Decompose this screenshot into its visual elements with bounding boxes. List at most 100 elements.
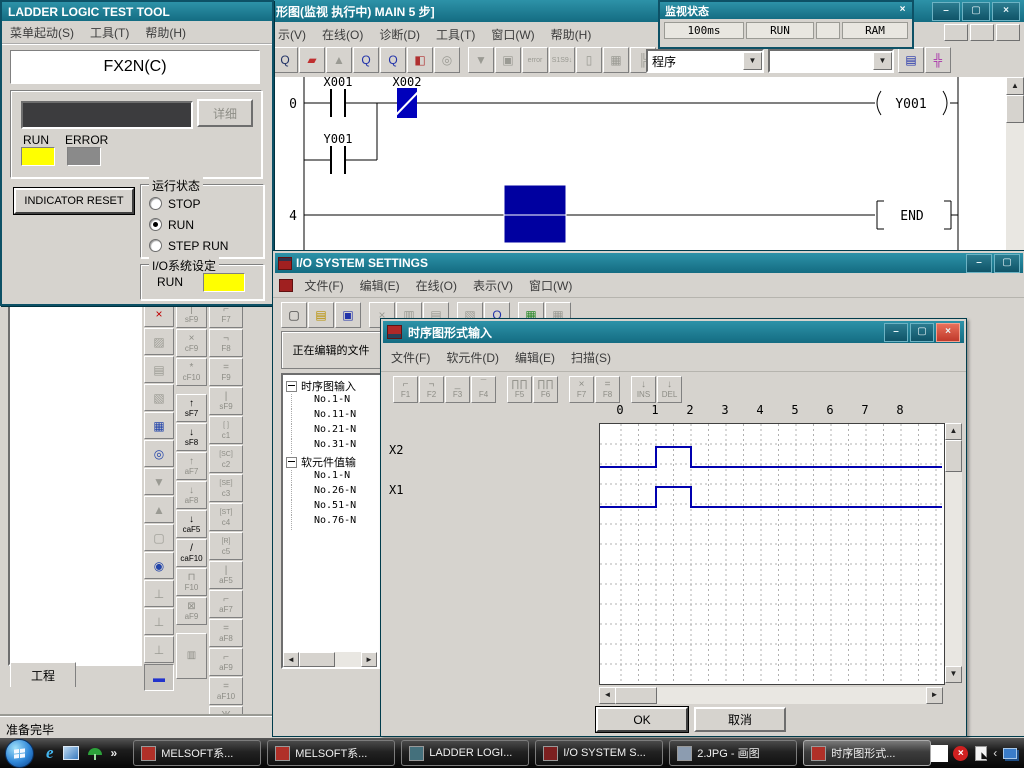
timing-tool-ins[interactable]: ↓INS	[631, 376, 656, 403]
scroll-left-icon[interactable]: ◄	[599, 687, 616, 704]
radio-icon[interactable]	[149, 197, 162, 210]
timing-tool-f2[interactable]: ¬F2	[419, 376, 444, 403]
symbol-caF5[interactable]: ↓caF5	[176, 510, 207, 538]
tree-item[interactable]: No.11-N	[291, 409, 381, 424]
restore-button[interactable]: ▢	[962, 2, 990, 21]
window-switch-icon[interactable]: ◧	[407, 47, 433, 73]
scroll-right-icon[interactable]: ►	[361, 652, 377, 667]
device-test-icon[interactable]: ▲	[326, 47, 352, 73]
task-button-3[interactable]: I/O SYSTEM S...	[535, 740, 663, 766]
timing-menu-3[interactable]: 扫描(S)	[571, 349, 611, 366]
radio-option-stop[interactable]: STOP	[149, 193, 263, 214]
symbol-caF10[interactable]: /caF10	[176, 539, 207, 567]
collapse-minus-icon[interactable]	[286, 457, 297, 468]
test-tool-menu-2[interactable]: 帮助(H)	[145, 24, 186, 41]
tree-item[interactable]: No.76-N	[291, 515, 381, 530]
write-monitor-icon[interactable]: ▰	[299, 47, 325, 73]
step-ladder-icon[interactable]: ▥	[176, 633, 207, 679]
chevron-right-icon[interactable]: »	[111, 746, 118, 760]
project-tab[interactable]: 工程	[10, 662, 76, 687]
gx-menu-2[interactable]: 诊断(D)	[379, 26, 420, 43]
device-batch-icon[interactable]: ▦	[144, 412, 174, 439]
tree-item[interactable]: No.21-N	[291, 424, 381, 439]
symbol-aF5[interactable]: |aF5	[209, 561, 243, 589]
timing-menu-0[interactable]: 文件(F)	[391, 349, 430, 366]
symbol-aF9[interactable]: ⊠aF9	[176, 597, 207, 625]
start-button[interactable]	[5, 739, 34, 768]
symbol-c5[interactable]: [R]c5	[209, 532, 243, 560]
timing-tool-f3[interactable]: _F3	[445, 376, 470, 403]
symbol-cF9[interactable]: ×cF9	[176, 329, 207, 357]
symbol-sF9[interactable]: |sF9	[209, 387, 243, 415]
partition-icon[interactable]: ▯	[576, 47, 602, 73]
gx-menu-0[interactable]: 示(V)	[278, 26, 306, 43]
tree-node-1[interactable]: 软元件值输	[286, 454, 381, 470]
zoom-out-icon[interactable]: Q	[353, 47, 379, 73]
program-combo[interactable]: 程序▼	[646, 49, 764, 73]
symbol-cF10[interactable]: *cF10	[176, 358, 207, 386]
chart-hscrollbar[interactable]: ◄ ►	[599, 687, 943, 704]
minimize-button[interactable]: –	[884, 323, 908, 342]
cancel-button[interactable]: 取消	[694, 707, 786, 732]
symbol-c2[interactable]: [SC]c2	[209, 445, 243, 473]
tree-node-0[interactable]: 时序图输入	[286, 378, 381, 394]
write-device-icon[interactable]: ▨	[144, 328, 174, 355]
timing-tool-f7[interactable]: ×F7	[569, 376, 594, 403]
new-file-icon[interactable]: ▢	[281, 302, 307, 328]
document-tray-icon[interactable]: ◣	[973, 746, 988, 761]
ladder-vscrollbar[interactable]: ▲	[1006, 77, 1024, 250]
tbar-a-icon[interactable]: ⊥	[144, 580, 174, 607]
task-button-1[interactable]: MELSOFT系...	[267, 740, 395, 766]
melsoft-tray-icon[interactable]	[931, 745, 948, 762]
collapse-minus-icon[interactable]	[286, 381, 297, 392]
timing-menu-1[interactable]: 软元件(D)	[446, 349, 499, 366]
zoom-in-icon[interactable]: Q	[380, 47, 406, 73]
chevron-down-icon[interactable]: ▼	[743, 52, 762, 70]
step-trace-icon[interactable]: S1S9↓	[549, 47, 575, 73]
tree-item[interactable]: No.1-N	[291, 470, 381, 485]
symbol-aF8[interactable]: =aF8	[209, 619, 243, 647]
network-icon[interactable]	[1002, 746, 1017, 761]
task-button-5[interactable]: 时序图形式...	[803, 740, 931, 766]
gx-menu-5[interactable]: 帮助(H)	[551, 26, 592, 43]
stamp-down-icon[interactable]: ▼	[144, 468, 174, 495]
scroll-down-icon[interactable]: ▼	[945, 666, 962, 683]
symbol-aF9[interactable]: ⌐aF9	[209, 648, 243, 676]
ie-icon[interactable]: e	[46, 743, 54, 763]
monitor-zoom-icon[interactable]: ◎	[144, 440, 174, 467]
error-jump-icon[interactable]: error	[522, 47, 548, 73]
symbol-aF10[interactable]: =aF10	[209, 677, 243, 705]
comment-display-icon[interactable]: ◎	[434, 47, 460, 73]
radio-icon[interactable]	[149, 239, 162, 252]
tree-item[interactable]: No.31-N	[291, 439, 381, 454]
io-menu-4[interactable]: 窗口(W)	[529, 277, 572, 294]
io-menu-3[interactable]: 表示(V)	[473, 277, 513, 294]
scroll-thumb[interactable]	[299, 652, 335, 667]
task-button-0[interactable]: MELSOFT系...	[133, 740, 261, 766]
monitor-window-icon[interactable]: ▣	[495, 47, 521, 73]
scroll-thumb[interactable]	[1006, 95, 1024, 123]
io-menu-0[interactable]: 文件(F)	[304, 277, 343, 294]
edit-mode-icon[interactable]: ▧	[144, 384, 174, 411]
net-tree-icon[interactable]: ╬	[925, 47, 951, 73]
tree-item[interactable]: No.1-N	[291, 394, 381, 409]
monitor-mode-icon[interactable]: ▬	[144, 664, 174, 691]
detail-button[interactable]: 详细	[197, 99, 253, 127]
open-folder-icon[interactable]: ▤	[308, 302, 334, 328]
scroll-up-icon[interactable]: ▲	[945, 423, 962, 440]
monitor-stop-icon[interactable]: ▼	[468, 47, 494, 73]
timing-chart[interactable]	[599, 423, 945, 685]
device-grid-icon[interactable]: ▦	[603, 47, 629, 73]
umbrella-icon[interactable]	[88, 747, 102, 760]
test-tool-menu-1[interactable]: 工具(T)	[90, 24, 129, 41]
io-menu-2[interactable]: 在线(O)	[416, 277, 457, 294]
symbol-c3[interactable]: [SE]c3	[209, 474, 243, 502]
timing-tool-f5[interactable]: ∏∏F5	[507, 376, 532, 403]
radio-icon[interactable]	[149, 218, 162, 231]
close-button[interactable]: ×	[936, 323, 960, 342]
symbol-c4[interactable]: [ST]c4	[209, 503, 243, 531]
symbol-F10[interactable]: ⊓F10	[176, 568, 207, 596]
timing-menu-2[interactable]: 编辑(E)	[515, 349, 555, 366]
project-panel[interactable]	[8, 300, 142, 666]
ladder-editor[interactable]: 04X001Y001X002Y001END	[270, 77, 1007, 250]
